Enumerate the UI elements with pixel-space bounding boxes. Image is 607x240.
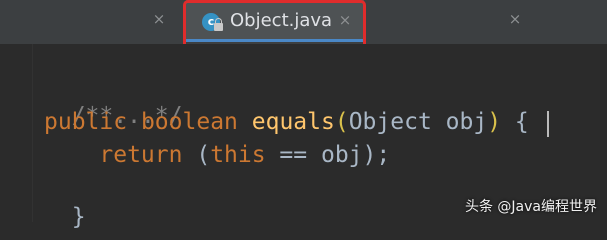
close-icon[interactable]: × xyxy=(508,12,522,27)
open-paren: ( xyxy=(334,109,349,135)
close-paren: ) xyxy=(487,109,502,135)
editor-tab-right[interactable]: × xyxy=(368,0,528,42)
open-brace: { xyxy=(501,109,529,135)
code-line-1[interactable]: /**...*/ xyxy=(44,71,183,129)
code-line-4[interactable]: } xyxy=(44,172,86,230)
keyword-public: public xyxy=(44,109,128,135)
close-brace: } xyxy=(71,204,86,230)
keyword-return: return xyxy=(99,142,183,168)
code-line-3[interactable]: return (this == obj); xyxy=(44,140,390,170)
watermark: 头条 @Java编程世界 xyxy=(464,199,597,215)
close-icon[interactable]: × xyxy=(152,12,166,27)
gutter-divider xyxy=(32,44,33,222)
keyword-this: this xyxy=(210,142,266,168)
editor-tab-left[interactable]: × xyxy=(0,0,180,42)
code-line-2[interactable]: public boolean equals(Object obj) { xyxy=(44,107,529,137)
text-caret xyxy=(547,111,549,137)
expression-open: ( xyxy=(182,142,211,168)
expression-rest: == obj); xyxy=(265,142,391,168)
keyword-boolean: boolean xyxy=(140,109,238,135)
parameter-list: Object obj xyxy=(348,109,488,135)
method-name-equals: equals xyxy=(251,109,335,135)
